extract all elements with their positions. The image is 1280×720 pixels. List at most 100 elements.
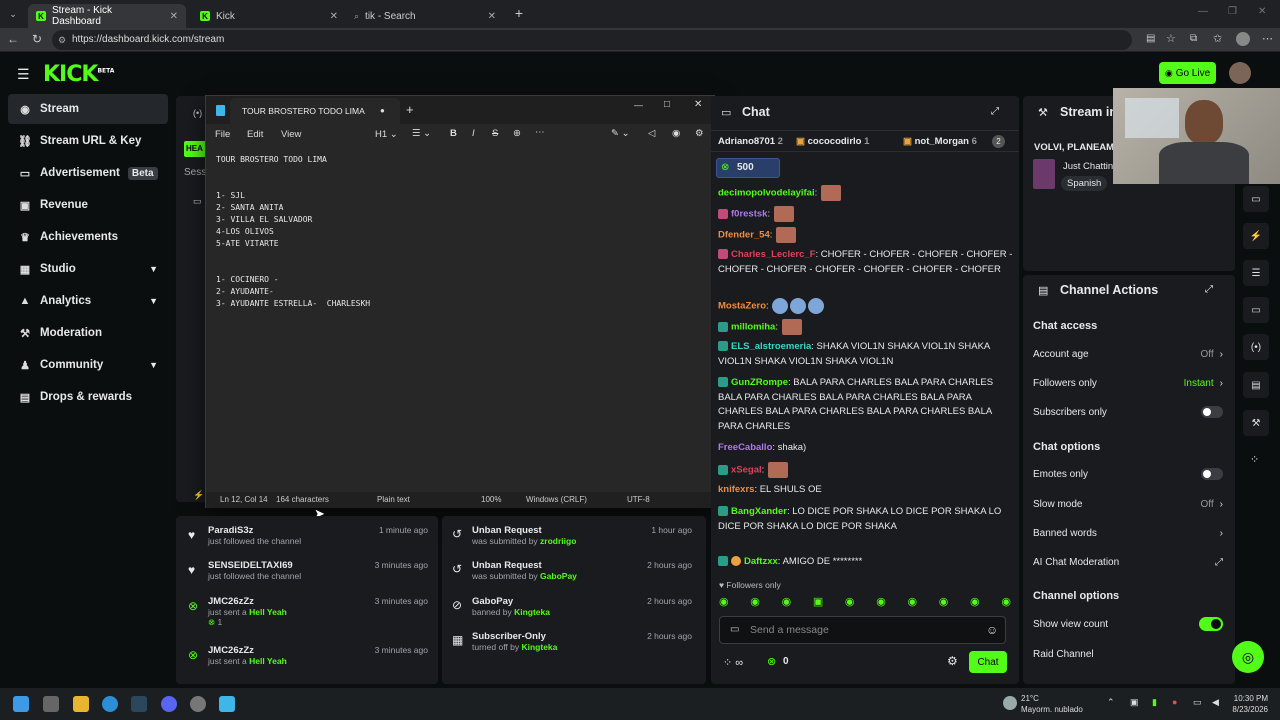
chat-message[interactable]: Dfender_54: [718,227,1014,243]
maximize-icon[interactable]: ❐ [1228,6,1237,17]
minimize-icon[interactable]: — [1198,6,1208,17]
pen-icon[interactable]: ✎ ⌄ [611,128,630,139]
discord-icon[interactable] [161,696,177,712]
close-icon[interactable]: ✕ [694,99,702,110]
subscribers-only-toggle[interactable] [1201,406,1223,418]
emotes-only-toggle[interactable] [1201,468,1223,480]
chat-message[interactable]: BangXander: LO DICE POR SHAKA LO DICE PO… [718,505,1014,534]
new-tab-icon[interactable]: + [512,5,526,21]
activity-item[interactable]: ⊗ JMC26zZz just sent a Hell Yeah 3 minut… [188,645,428,666]
chat-input[interactable]: ▭ Send a message ☺ [719,616,1006,644]
rail-more-icon[interactable]: ⁘ [1250,453,1259,466]
emote-icon[interactable]: ▣ [813,595,823,609]
back-icon[interactable]: ← [7,32,19,46]
rail-monitor-icon[interactable]: ▭ [1243,186,1269,212]
microphone-icon[interactable]: ● [1172,697,1177,707]
tray-chevron-icon[interactable]: ⌃ [1107,697,1115,708]
show-view-count-toggle[interactable] [1199,617,1223,631]
reload-icon[interactable]: ↻ [32,32,42,46]
chat-message[interactable]: knifexrs: EL SHULS OE [718,483,1014,498]
chat-message[interactable]: decimopolvodelayifai: [718,185,1014,201]
unsaved-dot-icon[interactable]: ● [380,106,385,115]
tab-list-icon[interactable]: ⌄ [6,7,20,21]
menu-view[interactable]: View [281,129,301,140]
settings-icon[interactable]: ⚙ [947,654,958,668]
infinity-icon[interactable]: ⁘ ∞ [723,656,743,669]
rail-bolt-icon[interactable]: ⚡ [1243,223,1269,249]
user-icon[interactable]: ◉ [672,128,680,139]
strikethrough-icon[interactable]: S [492,128,498,139]
stream-title[interactable]: VOLVI, PLANEAM [1034,142,1114,153]
chat-message[interactable]: Daftzxx: AMIGO DE ******** [718,555,1014,570]
popout-icon[interactable]: ⤢ [1205,284,1213,295]
chat-message[interactable]: FreeCaballo: shaka) [718,441,1014,456]
activity-item[interactable]: ♥ ParadiS3z just followed the channel 1 … [188,525,428,546]
help-button[interactable]: ◎ [1232,641,1264,673]
task-view-icon[interactable] [43,696,59,712]
rail-wrench-icon[interactable]: ⚒ [1243,410,1269,436]
emote-icon[interactable]: ◉ [939,595,949,609]
sidebar-item-studio[interactable]: ▦ Studio ▼ [8,254,168,284]
menu-edit[interactable]: Edit [247,129,263,140]
close-icon[interactable]: ✕ [330,11,338,22]
italic-icon[interactable]: I [472,128,475,139]
popout-icon[interactable]: ⤢ [991,106,999,117]
emote-icon[interactable]: ◉ [1001,595,1011,609]
close-icon[interactable]: ✕ [488,11,496,22]
weather-widget[interactable]: 21°C Mayorm. nublado [1021,693,1083,715]
gifter-1[interactable]: Adriano8701 2 [718,136,783,147]
account-age-row[interactable]: Account age Off › [1033,343,1223,365]
activity-item[interactable]: ↺ Unban Request was submitted by GaboPay… [452,560,692,581]
notepad-tab[interactable]: TOUR BROSTERO TODO LIMA ● [230,98,400,124]
more-icon[interactable]: ⋯ [1262,32,1273,45]
extensions-icon[interactable]: ⧉ [1190,33,1197,44]
rail-broadcast-icon[interactable]: (•) [1243,334,1269,360]
volume-icon[interactable]: ◀ [1212,697,1219,708]
kick-logo[interactable]: KICKBETA [43,62,114,87]
sidebar-item-achievements[interactable]: ♛ Achievements [8,222,168,252]
line-ending[interactable]: Windows (CRLF) [526,495,587,504]
emote-icon[interactable]: ◉ [719,595,729,609]
tab-search[interactable]: ⌕ tik - Search ✕ [346,4,504,28]
url-field[interactable]: ⚙ https://dashboard.kick.com/stream [52,30,1132,50]
banned-words-row[interactable]: Banned words › [1033,522,1223,544]
zoom-level[interactable]: 100% [481,495,501,504]
site-info-icon[interactable]: ⚙ [58,30,66,50]
raid-channel-row[interactable]: Raid Channel [1033,643,1223,665]
minimize-icon[interactable]: — [634,100,643,110]
chat-message[interactable]: MostaZero: [718,298,1014,314]
emote-icon[interactable]: ◉ [782,595,792,609]
emotes-only-row[interactable]: Emotes only [1033,463,1223,485]
emote-icon[interactable]: ◉ [750,595,760,609]
new-tab-icon[interactable]: + [406,102,414,117]
menu-file[interactable]: File [215,129,230,140]
network-icon[interactable]: ▭ [1193,697,1202,708]
user-avatar[interactable] [1229,62,1251,84]
followers-only-row[interactable]: Followers only Instant › [1033,372,1223,394]
sidebar-item-advertisement[interactable]: ▭ Advertisement Beta [8,158,168,188]
emote-icon[interactable]: ◉ [907,595,917,609]
activity-item[interactable]: ⊘ GaboPay banned by Kingteka 2 hours ago [452,596,692,617]
rail-chat-icon[interactable]: ▭ [1243,297,1269,323]
obs-icon[interactable] [190,696,206,712]
star-icon[interactable]: ☆ [1166,32,1176,45]
activity-item[interactable]: ▦ Subscriber-Only turned off by Kingteka… [452,631,692,652]
emote-icon[interactable]: ◉ [876,595,886,609]
windows-start-icon[interactable] [13,696,29,712]
activity-item[interactable]: ↺ Unban Request was submitted by zrodrii… [452,525,692,546]
encoding[interactable]: UTF-8 [627,495,650,504]
link-icon[interactable]: ⊕ [513,128,521,139]
go-live-button[interactable]: ◉ Go Live [1159,62,1216,84]
activity-item[interactable]: ⊗ JMC26zZz just sent a Hell Yeah ⊗ 1 3 m… [188,596,428,628]
notepad-taskbar-icon[interactable] [219,696,235,712]
ai-moderation-row[interactable]: AI Chat Moderation ⤢ [1033,551,1223,573]
stream-category[interactable]: Just Chattin [1063,161,1113,172]
activity-item[interactable]: ♥ SENSEIDELTAXI69 just followed the chan… [188,560,428,581]
clock[interactable]: 10:30 PM 8/23/2026 [1228,693,1268,715]
gifter-2[interactable]: ▣ cococodirlo 1 [796,136,869,147]
emote-icon[interactable]: ◉ [970,595,980,609]
send-chat-button[interactable]: Chat [969,651,1007,673]
sidebar-item-analytics[interactable]: ▲ Analytics ▼ [8,286,168,316]
chat-message[interactable]: GunZRompe: BALA PARA CHARLES BALA PARA C… [718,376,1014,434]
chat-message[interactable]: millomiha: [718,319,1014,335]
